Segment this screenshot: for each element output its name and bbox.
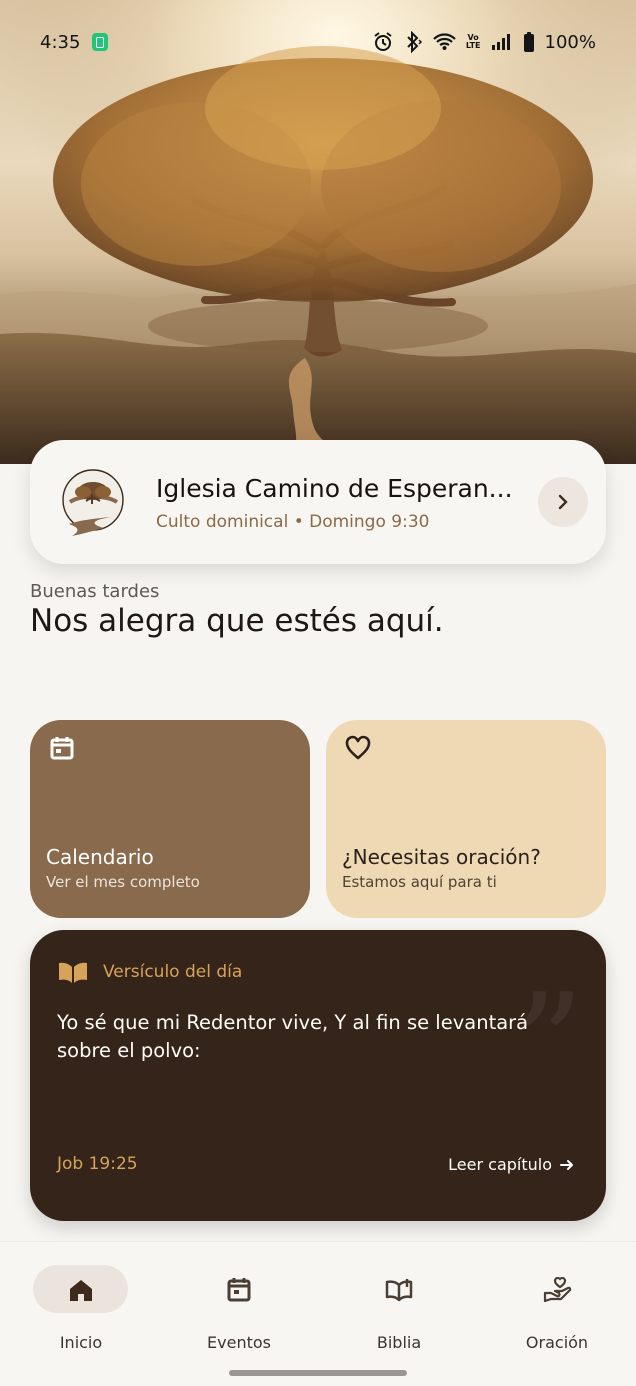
church-card[interactable]: Iglesia Camino de Esperan... Culto domin…: [30, 440, 606, 564]
greeting-title: Nos alegra que estés aquí.: [30, 603, 444, 639]
read-chapter-label: Leer capítulo: [448, 1155, 552, 1174]
greeting-small: Buenas tardes: [30, 581, 160, 602]
prayer-subtitle: Estamos aquí para ti: [342, 873, 497, 891]
verse-text: Yo sé que mi Redentor vive, Y al fin se …: [57, 1011, 529, 1062]
hero-image: 4:35 Vo LTE 100%: [0, 0, 636, 464]
verse-label: Versículo del día: [103, 962, 243, 982]
battery-saver-icon: [92, 33, 109, 51]
book-icon: [385, 1279, 413, 1302]
open-book-icon: [59, 962, 87, 983]
battery-icon: [523, 32, 534, 52]
volte-icon: Vo LTE: [465, 33, 481, 50]
bluetooth-icon: [407, 31, 422, 53]
chevron-right-icon: [558, 494, 568, 510]
status-time: 4:35: [40, 31, 81, 53]
alarm-icon: [374, 32, 392, 51]
prayer-icon: [543, 1276, 572, 1303]
verse-reference: Job 19:25: [57, 1154, 138, 1174]
nav-item-biblia[interactable]: Biblia: [350, 1263, 482, 1352]
wifi-icon: [433, 33, 456, 50]
nav-item-inicio[interactable]: Inicio: [32, 1263, 164, 1352]
calendar-title: Calendario: [46, 845, 154, 869]
nav-label-oracion: Oración: [525, 1333, 589, 1352]
verse-card[interactable]: Versículo del día ” Yo sé que mi Redento…: [30, 930, 606, 1221]
prayer-title: ¿Necesitas oración?: [342, 845, 541, 869]
home-indicator[interactable]: [229, 1370, 407, 1376]
calendar-icon: [50, 737, 74, 760]
calendar-subtitle: Ver el mes completo: [46, 873, 200, 891]
prayer-card[interactable]: ¿Necesitas oración? Estamos aquí para ti: [326, 720, 606, 918]
heart-icon: [345, 735, 371, 760]
nav-label-eventos: Eventos: [207, 1333, 271, 1352]
battery-percent: 100%: [544, 31, 596, 53]
bottom-navigation: Inicio Eventos Biblia Oración: [0, 1242, 636, 1386]
home-icon: [70, 1280, 92, 1301]
calendar-card[interactable]: Calendario Ver el mes completo: [30, 720, 310, 918]
nav-item-eventos[interactable]: Eventos: [190, 1263, 322, 1352]
read-chapter-link[interactable]: Leer capítulo: [448, 1154, 576, 1176]
calendar-icon: [227, 1278, 251, 1302]
nav-label-biblia: Biblia: [376, 1333, 422, 1352]
nav-item-oracion[interactable]: Oración: [508, 1263, 636, 1352]
church-name: Iglesia Camino de Esperan...: [156, 474, 513, 503]
nav-label-inicio: Inicio: [59, 1333, 103, 1352]
church-details-button[interactable]: [538, 477, 588, 527]
service-time: Culto dominical • Domingo 9:30: [156, 512, 430, 532]
church-logo: [62, 469, 124, 536]
signal-icon: [491, 34, 510, 50]
arrow-right-icon: [560, 1160, 573, 1170]
status-bar: 4:35 Vo LTE 100%: [0, 0, 636, 84]
